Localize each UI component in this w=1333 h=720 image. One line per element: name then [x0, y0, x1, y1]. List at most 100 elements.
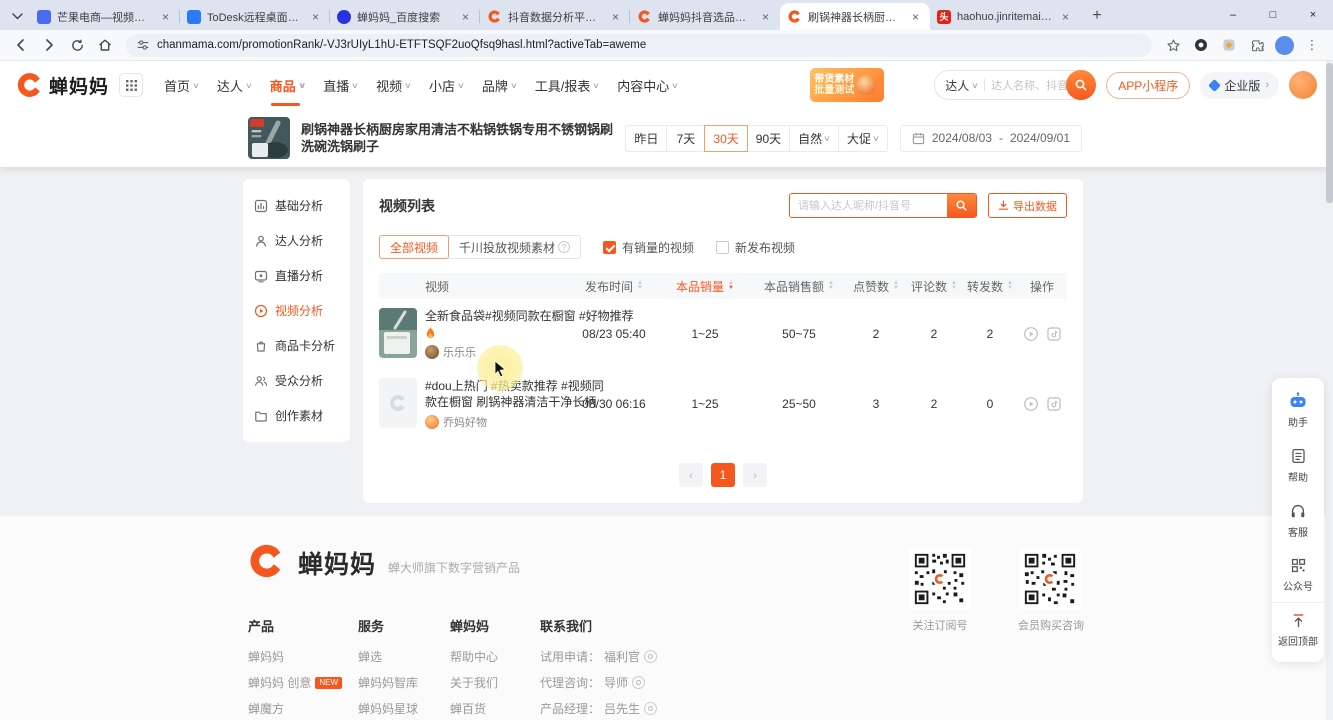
nav-content-center[interactable]: 内容中心∨	[608, 61, 687, 109]
sidebar-item-influencer-analysis[interactable]: 达人分析	[243, 223, 350, 258]
bookmark-star-icon[interactable]	[1160, 32, 1186, 58]
promo-banner[interactable]: 带货素材 批量测试	[810, 68, 884, 102]
product-thumbnail[interactable]	[248, 117, 290, 159]
home-icon[interactable]	[92, 32, 118, 58]
app-miniprogram-button[interactable]: APP小程序	[1106, 72, 1190, 99]
window-maximize-button[interactable]: □	[1253, 0, 1293, 30]
nav-product[interactable]: 商品∨	[261, 61, 315, 109]
browser-tab-active[interactable]: 刷锅神器长柄厨房家用清洁不 ×	[780, 3, 930, 30]
video-title[interactable]: 全新食品袋#视频同款在橱窗 #好物推荐	[425, 308, 569, 324]
filter-natural-dropdown[interactable]: 自然∨	[789, 125, 839, 152]
tab-close-icon[interactable]: ×	[908, 9, 923, 24]
contact-item[interactable]: 产品经理：吕先生	[540, 700, 820, 717]
browser-tab[interactable]: 芒果电商—视频号电商玩法全 ×	[30, 3, 180, 30]
sidebar-item-audience-analysis[interactable]: 受众分析	[243, 363, 350, 398]
window-minimize-button[interactable]: –	[1213, 0, 1253, 30]
filter-7d[interactable]: 7天	[666, 125, 705, 152]
open-douyin-icon[interactable]	[1046, 396, 1062, 412]
chanmama-logo[interactable]: 蝉妈妈	[16, 71, 109, 99]
browser-profile-avatar[interactable]	[1275, 36, 1294, 55]
filter-30d[interactable]: 30天	[704, 125, 747, 152]
nav-video[interactable]: 视频∨	[367, 61, 420, 109]
filter-90d[interactable]: 90天	[747, 125, 790, 152]
nav-live[interactable]: 直播∨	[314, 61, 367, 109]
page-number-current[interactable]: 1	[711, 463, 735, 487]
tab-close-icon[interactable]: ×	[1058, 9, 1073, 24]
browser-tab[interactable]: 蝉妈妈_百度搜索 ×	[330, 3, 480, 30]
browser-tab[interactable]: 头 haohuo.jinritemai.com/ecom ×	[930, 3, 1080, 30]
extension-icon[interactable]	[1216, 32, 1242, 58]
extension-icon[interactable]	[1188, 32, 1214, 58]
search-category-select[interactable]: 达人∨	[945, 77, 978, 94]
footer-link[interactable]: 蝉魔方	[248, 700, 358, 717]
assistant-button[interactable]: 助手	[1272, 383, 1324, 438]
col-comments[interactable]: 评论数▲▼	[905, 278, 963, 295]
browser-menu-icon[interactable]: ⋮	[1299, 32, 1325, 58]
author-row[interactable]: 乔妈好物	[425, 414, 569, 430]
nav-tools[interactable]: 工具/报表∨	[526, 61, 608, 109]
footer-link[interactable]: 关于我们	[450, 674, 540, 691]
address-bar[interactable]: chanmama.com/promotionRank/-VJ3rUIyL1hU-…	[126, 34, 1152, 57]
help-button[interactable]: 帮助	[1272, 438, 1324, 493]
tab-close-icon[interactable]: ×	[458, 9, 473, 24]
footer-link[interactable]: 蝉选	[358, 648, 450, 665]
video-thumbnail[interactable]	[379, 378, 417, 428]
sidebar-item-live-analysis[interactable]: 直播分析	[243, 258, 350, 293]
export-data-button[interactable]: 导出数据	[988, 193, 1067, 218]
refresh-icon[interactable]	[64, 32, 90, 58]
sidebar-item-video-analysis[interactable]: 视频分析	[243, 293, 350, 328]
header-search[interactable]: 达人∨ 达人名称、抖音号	[934, 70, 1096, 100]
footer-link[interactable]: 蝉妈妈	[248, 648, 358, 665]
footer-link[interactable]: 蝉妈妈星球	[358, 700, 450, 717]
nav-shop[interactable]: 小店∨	[420, 61, 473, 109]
extensions-puzzle-icon[interactable]	[1244, 32, 1270, 58]
nav-home[interactable]: 首页∨	[155, 61, 208, 109]
back-icon[interactable]	[8, 32, 34, 58]
search-button[interactable]	[947, 193, 976, 218]
browser-tab[interactable]: ToDesk远程桌面软件-免费安 ×	[180, 3, 330, 30]
sidebar-item-product-card-analysis[interactable]: 商品卡分析	[243, 328, 350, 363]
customer-service-button[interactable]: 客服	[1272, 493, 1324, 548]
nav-brand[interactable]: 品牌∨	[473, 61, 526, 109]
next-page-button[interactable]: ›	[743, 463, 767, 487]
tab-close-icon[interactable]: ×	[308, 9, 323, 24]
page-scrollbar[interactable]	[1326, 61, 1333, 720]
contact-item[interactable]: 试用申请：福利官	[540, 648, 820, 665]
tab-all-videos[interactable]: 全部视频	[379, 235, 449, 259]
tab-qianchuan-videos[interactable]: 千川投放视频素材 ?	[448, 235, 581, 259]
open-douyin-icon[interactable]	[1046, 326, 1062, 342]
nav-influencer[interactable]: 达人∨	[208, 61, 261, 109]
tab-close-icon[interactable]: ×	[158, 9, 173, 24]
checkbox-checked[interactable]	[603, 241, 616, 254]
col-publish-time[interactable]: 发布时间▲▼	[569, 278, 659, 295]
checkbox-unchecked[interactable]	[716, 241, 729, 254]
video-thumbnail[interactable]	[379, 308, 417, 358]
official-account-button[interactable]: 公众号	[1272, 548, 1324, 602]
forward-icon[interactable]	[36, 32, 62, 58]
sidebar-item-basic-analysis[interactable]: 基础分析	[243, 188, 350, 223]
col-item-sales[interactable]: 本品销量▲▼	[659, 278, 751, 295]
apps-grid-icon[interactable]	[119, 73, 143, 97]
col-likes[interactable]: 点赞数▲▼	[847, 278, 905, 295]
prev-page-button[interactable]: ‹	[679, 463, 703, 487]
footer-link[interactable]: 蝉妈妈智库	[358, 674, 450, 691]
footer-link[interactable]: 蝉妈妈 创意NEW	[248, 674, 358, 691]
window-close-button[interactable]: ×	[1293, 0, 1333, 30]
tab-close-icon[interactable]: ×	[758, 9, 773, 24]
browser-tab[interactable]: 蝉妈妈抖音选品库 | 抖音短视 ×	[630, 3, 780, 30]
header-search-button[interactable]	[1066, 70, 1096, 100]
contact-item[interactable]: 代理咨询：导师	[540, 674, 820, 691]
filter-has-sales[interactable]: 有销量的视频	[603, 239, 694, 256]
tab-search-chevron-icon[interactable]	[4, 3, 30, 29]
footer-link[interactable]: 蝉百货	[450, 700, 540, 717]
user-avatar[interactable]	[1289, 71, 1317, 99]
sidebar-item-creative-material[interactable]: 创作素材	[243, 398, 350, 433]
new-tab-button[interactable]: +	[1084, 3, 1110, 29]
play-video-icon[interactable]	[1023, 396, 1039, 412]
filter-yesterday[interactable]: 昨日	[625, 125, 667, 152]
filter-new-videos[interactable]: 新发布视频	[716, 239, 795, 256]
scrollbar-thumb[interactable]	[1326, 63, 1333, 203]
browser-tab[interactable]: 抖音数据分析平台_抖音直播 ×	[480, 3, 630, 30]
enterprise-button[interactable]: 企业版 ›	[1200, 72, 1279, 99]
play-video-icon[interactable]	[1023, 326, 1039, 342]
